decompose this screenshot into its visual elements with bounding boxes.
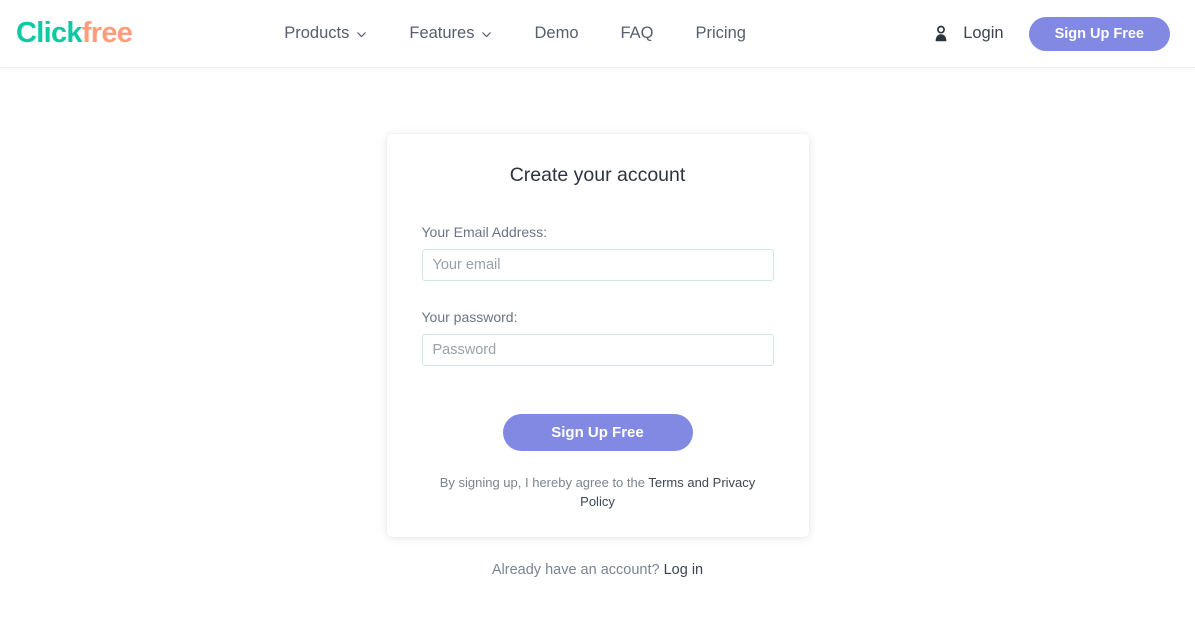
nav-item-pricing[interactable]: Pricing <box>696 24 746 43</box>
nav-item-faq[interactable]: FAQ <box>621 24 654 43</box>
logo-text-click: Click <box>16 17 83 49</box>
password-field-group: Your password: <box>421 309 774 366</box>
terms-notice: By signing up, I hereby agree to the Ter… <box>422 473 774 511</box>
header-actions: Login Sign Up Free <box>930 16 1170 51</box>
main-content: Create your account Your Email Address: … <box>0 68 1195 620</box>
user-icon <box>930 23 952 45</box>
nav-item-label: Pricing <box>695 24 746 42</box>
chevron-down-icon <box>356 29 367 40</box>
existing-account-text: Already have an account? <box>491 562 664 578</box>
email-field-label: Your Email Address: <box>421 224 548 240</box>
email-input[interactable] <box>421 249 774 281</box>
nav-item-label: Products <box>284 24 350 42</box>
signup-card: Create your account Your Email Address: … <box>386 134 809 537</box>
nav-item-features[interactable]: Features <box>409 24 492 43</box>
nav-item-demo[interactable]: Demo <box>534 24 578 43</box>
password-input[interactable] <box>421 334 774 366</box>
terms-prefix-text: By signing up, I hereby agree to the <box>439 475 649 490</box>
nav-item-products[interactable]: Products <box>284 24 367 43</box>
page-title: Create your account <box>509 164 686 186</box>
existing-account-row: Already have an account? Log in <box>492 562 703 578</box>
signup-button-header[interactable]: Sign Up Free <box>1028 16 1170 51</box>
submit-row: Sign Up Free <box>422 414 774 451</box>
nav-item-label: Features <box>409 24 475 42</box>
signup-submit-button[interactable]: Sign Up Free <box>502 414 693 451</box>
logo-text-free: free <box>81 17 133 49</box>
login-link-footer[interactable]: Log in <box>664 562 704 578</box>
nav-item-label: FAQ <box>620 24 654 42</box>
email-field-group: Your Email Address: <box>421 224 774 281</box>
login-link[interactable]: Login <box>963 24 1003 43</box>
logo[interactable]: Clickfree <box>16 17 133 49</box>
site-header: Clickfree Products Features Demo FAQ Pri… <box>0 0 1195 68</box>
nav-item-label: Demo <box>534 24 579 42</box>
chevron-down-icon <box>481 29 492 40</box>
main-navigation: Products Features Demo FAQ Pricing <box>284 24 746 43</box>
password-field-label: Your password: <box>421 309 518 325</box>
